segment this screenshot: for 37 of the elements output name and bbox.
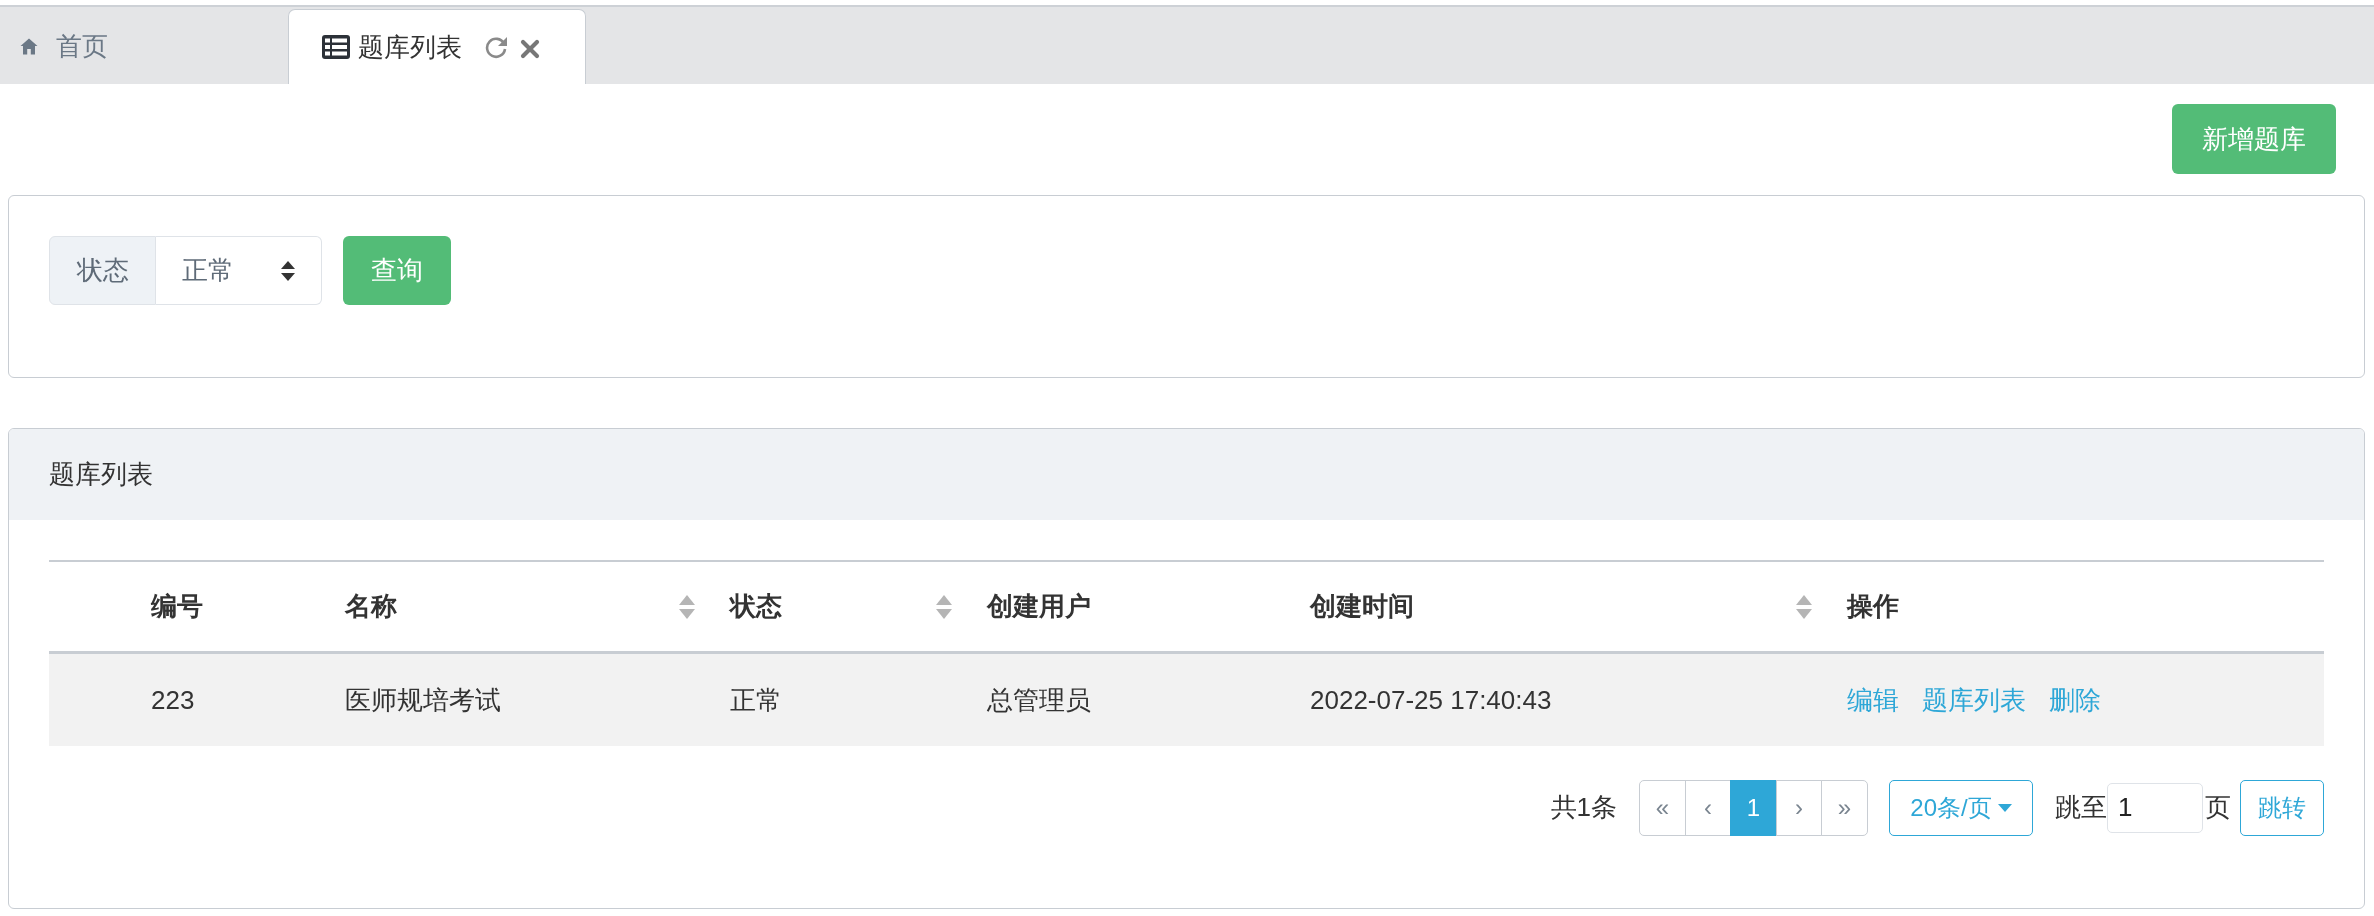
- table-cell-text: 医师规培考试: [344, 683, 502, 717]
- status-select[interactable]: 正常: [156, 236, 322, 305]
- table-cell-text: 2022-07-25 17:40:43: [1309, 683, 1553, 717]
- tab[interactable]: 题库列表: [288, 9, 586, 84]
- pagination-button[interactable]: «: [1639, 779, 1686, 836]
- jump-button[interactable]: 跳转: [2240, 779, 2324, 836]
- status-label: 状态: [49, 236, 156, 305]
- page-size-dropdown[interactable]: 20条/页: [1889, 779, 2033, 836]
- column-header[interactable]: 状态: [706, 562, 963, 651]
- jump-label: 跳至: [2055, 791, 2107, 824]
- column-header[interactable]: 名称: [321, 562, 706, 651]
- add-button[interactable]: 新增题库: [2172, 104, 2336, 174]
- table-cell-text: 总管理员: [986, 683, 1092, 717]
- column-header: 创建用户: [985, 590, 1092, 623]
- action-link[interactable]: 删除: [2049, 682, 2101, 718]
- total-count: 共1条: [1550, 791, 1617, 824]
- column-header: 编号: [150, 590, 204, 623]
- page-input[interactable]: 1: [2107, 782, 2203, 833]
- home-icon: [20, 38, 38, 55]
- caret-icon: [1997, 803, 2012, 812]
- page-unit-label: 页: [2205, 791, 2231, 824]
- table-cell-text: 223: [150, 683, 196, 717]
- refresh-icon[interactable]: [484, 35, 508, 59]
- pagination-button[interactable]: »: [1821, 779, 1868, 836]
- pagination-button[interactable]: ›: [1775, 779, 1823, 836]
- action-link[interactable]: 编辑: [1847, 682, 1899, 718]
- pagination-button[interactable]: ‹: [1684, 779, 1732, 836]
- action-link[interactable]: 题库列表: [1922, 682, 2026, 718]
- query-button[interactable]: 查询: [343, 236, 451, 305]
- list-icon: [322, 35, 350, 59]
- column-header: 操作: [1845, 590, 1900, 623]
- table-cell-text: 正常: [729, 683, 783, 717]
- close-icon[interactable]: [520, 39, 540, 59]
- tab[interactable]: 首页: [0, 9, 286, 84]
- column-header[interactable]: 创建时间: [1286, 562, 1823, 651]
- panel-title: 题库列表: [49, 458, 153, 491]
- pagination-button[interactable]: 1: [1730, 779, 1777, 836]
